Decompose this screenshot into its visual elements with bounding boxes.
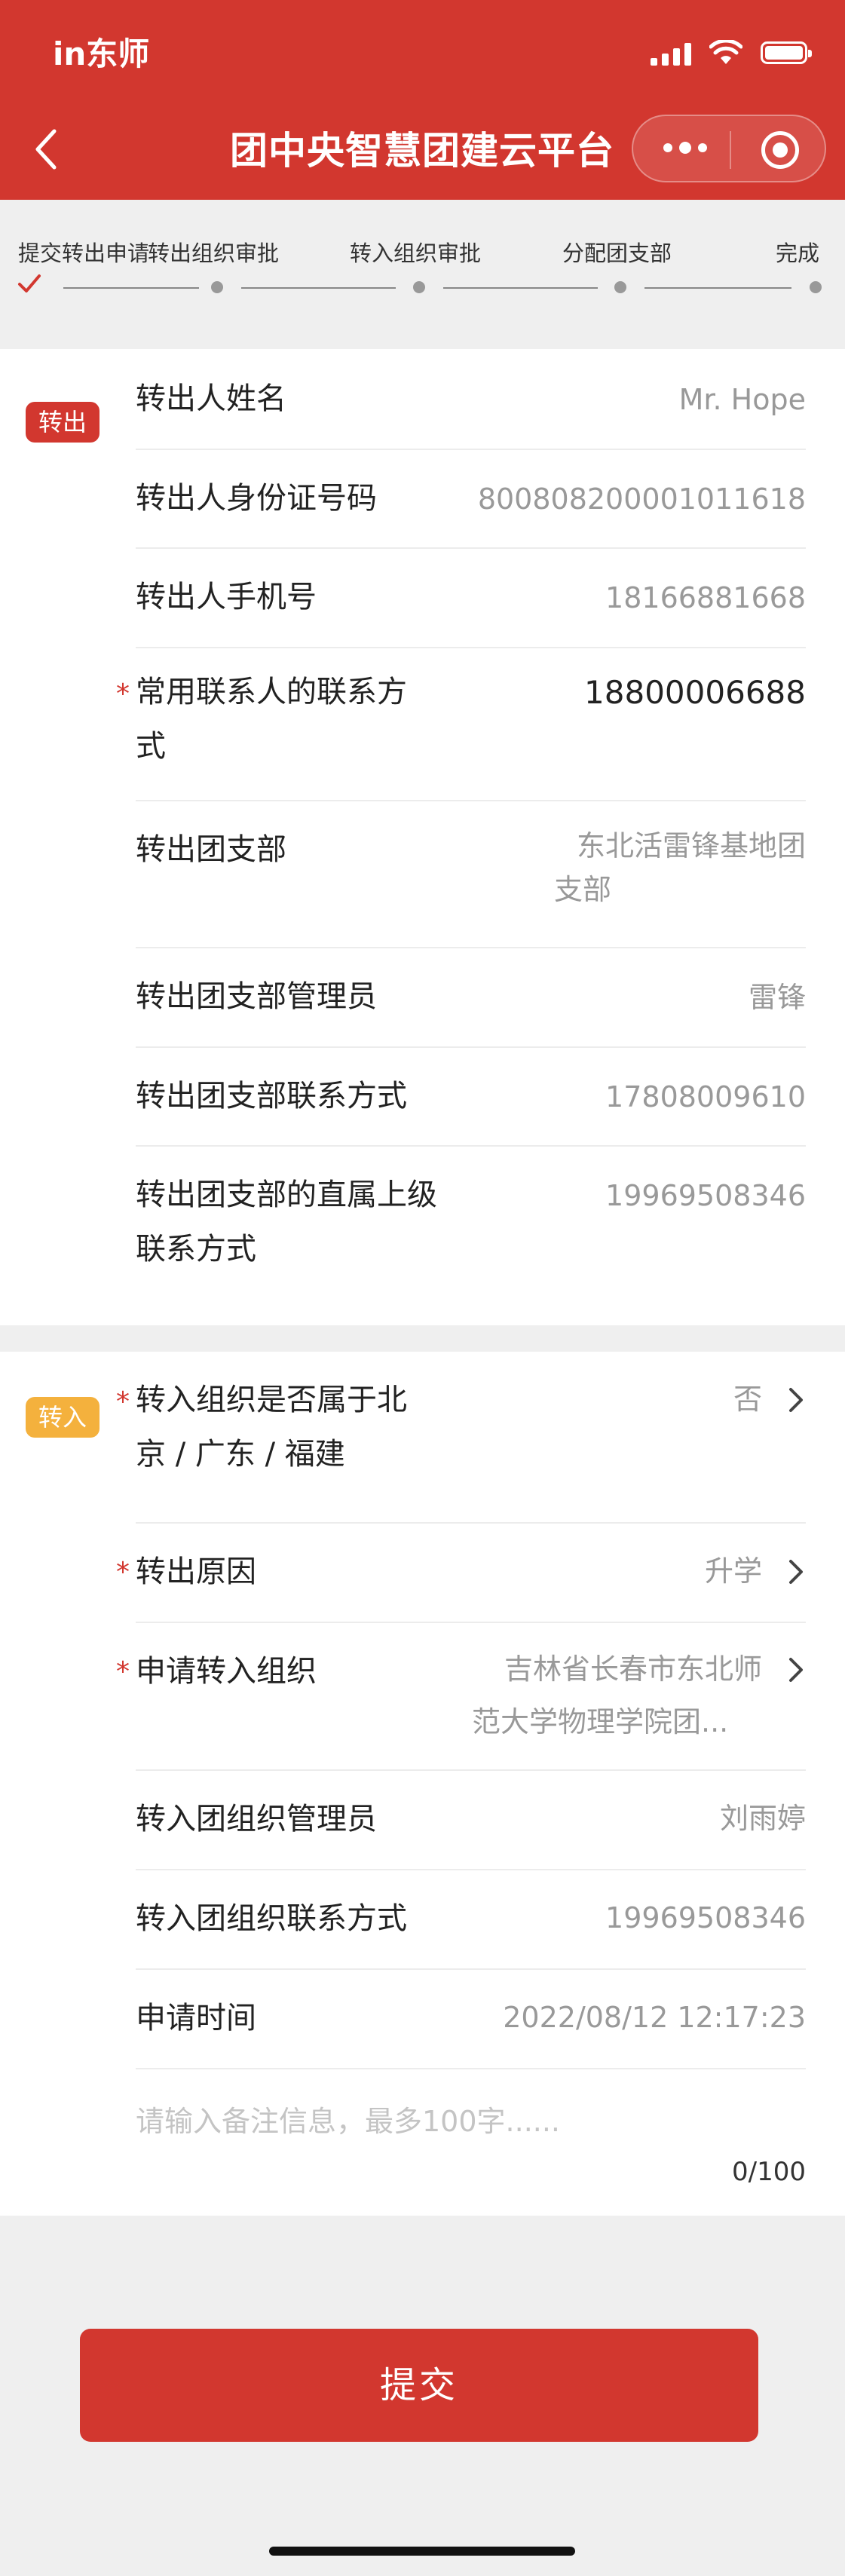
home-indicator xyxy=(269,2547,575,2556)
row-value: 17808009610 xyxy=(605,1080,806,1113)
chevron-right-icon[interactable] xyxy=(785,1655,806,1685)
row-label: 转入团组织联系方式 xyxy=(136,1901,407,1936)
remark-textarea[interactable]: 请输入备注信息，最多100字...... xyxy=(136,2098,560,2140)
step-dot xyxy=(614,281,626,293)
row-value: 东北活雷锋基地团 xyxy=(576,829,806,862)
step-connector xyxy=(241,287,396,289)
more-dots-icon[interactable] xyxy=(663,142,707,154)
row-value: 刘雨婷 xyxy=(719,1802,806,1835)
page-title: 团中央智慧团建云平台 xyxy=(230,129,614,173)
row-value: 支部 xyxy=(554,873,612,906)
status-icons xyxy=(651,38,812,68)
required-mark: * xyxy=(116,678,130,709)
row-value: 雷锋 xyxy=(748,981,806,1014)
step-label: 转出组织审批 xyxy=(148,240,280,266)
check-icon xyxy=(18,274,41,293)
region-select-row[interactable]: * 转入组织是否属于北 京 / 广东 / 福建 否 xyxy=(116,1352,806,1524)
row-label: 转入团组织管理员 xyxy=(136,1802,377,1836)
info-row: 转出团支部联系方式 17808009610 xyxy=(136,1046,806,1147)
row-label: 常用联系人的联系方 xyxy=(136,675,407,709)
wifi-icon xyxy=(709,40,742,64)
contact-input-row[interactable]: * 常用联系人的联系方 式 18800006688 xyxy=(116,647,806,801)
battery-icon xyxy=(761,41,812,64)
info-row: 转出人姓名 Mr. Hope xyxy=(136,349,806,450)
row-label: 转出团支部管理员 xyxy=(136,979,377,1014)
info-row: 转出人手机号 18166881668 xyxy=(136,547,806,648)
transfer-out-tag: 转出 xyxy=(26,402,100,443)
chevron-right-icon[interactable] xyxy=(785,1385,806,1415)
row-label: 申请转入组织 xyxy=(136,1654,317,1689)
info-row: 转出团支部的直属上级 联系方式 19969508346 xyxy=(136,1145,806,1296)
chevron-right-icon[interactable] xyxy=(785,1557,806,1587)
progress-steps: 提交转出申请 转出组织审批 转入组织审批 分配团支部 完成 xyxy=(0,200,845,349)
row-label: 转出人身份证号码 xyxy=(136,481,377,516)
submit-button[interactable]: 提交 xyxy=(80,2329,758,2442)
info-row: 申请时间 2022/08/12 12:17:23 xyxy=(136,1968,806,2069)
transfer-in-card: 转入 * 转入组织是否属于北 京 / 广东 / 福建 否 * 转出原因 升学 *… xyxy=(0,1352,845,2216)
step-connector xyxy=(443,287,598,289)
step-dot xyxy=(810,281,822,293)
row-label: 转入组织是否属于北 xyxy=(136,1383,407,1417)
row-label: 式 xyxy=(136,729,166,764)
required-mark: * xyxy=(116,1656,130,1687)
reason-select-row[interactable]: * 转出原因 升学 xyxy=(116,1522,806,1623)
target-org-select-row[interactable]: * 申请转入组织 吉林省长春市东北师 范大学物理学院团... xyxy=(116,1622,806,1771)
required-mark: * xyxy=(116,1557,130,1588)
step-label: 转入组织审批 xyxy=(350,240,482,266)
row-label: 联系方式 xyxy=(136,1232,256,1267)
row-value: 19969508346 xyxy=(605,1901,806,1934)
top-bar: in东师 团中央智慧团建云平台 xyxy=(0,0,845,200)
info-row: 转入团组织联系方式 19969508346 xyxy=(136,1869,806,1970)
info-row: 转入团组织管理员 刘雨婷 xyxy=(136,1769,806,1870)
row-value: Mr. Hope xyxy=(678,383,806,416)
step-dot xyxy=(413,281,425,293)
step-dot xyxy=(211,281,223,293)
info-row: 转出人身份证号码 800808200001011618 xyxy=(136,449,806,549)
row-label: 转出人手机号 xyxy=(136,580,317,614)
step-connector xyxy=(63,287,199,289)
row-label: 转出团支部的直属上级 xyxy=(136,1178,437,1212)
signal-icon xyxy=(651,40,691,66)
row-value: 800808200001011618 xyxy=(477,482,806,516)
row-value: 2022/08/12 12:17:23 xyxy=(503,2001,806,2034)
info-row: 转出团支部 东北活雷锋基地团 支部 xyxy=(136,800,806,948)
mini-program-capsule xyxy=(632,115,826,182)
row-label: 申请时间 xyxy=(136,2001,256,2035)
back-arrow-icon[interactable] xyxy=(29,127,66,172)
reason-select-value[interactable]: 升学 xyxy=(705,1549,762,1593)
row-label: 转出原因 xyxy=(136,1554,256,1589)
contact-input[interactable]: 18800006688 xyxy=(584,671,806,715)
step-label: 完成 xyxy=(776,240,820,266)
status-carrier: in东师 xyxy=(53,35,150,72)
step-connector xyxy=(644,287,791,289)
info-row: 转出团支部管理员 雷锋 xyxy=(136,947,806,1048)
target-org-value[interactable]: 范大学物理学院团... xyxy=(472,1700,728,1744)
transfer-out-card: 转出 转出人姓名 Mr. Hope 转出人身份证号码 8008082000010… xyxy=(0,349,845,1325)
target-org-value[interactable]: 吉林省长春市东北师 xyxy=(504,1647,762,1691)
row-label: 转出人姓名 xyxy=(136,381,286,416)
region-select-value[interactable]: 否 xyxy=(733,1377,762,1421)
step-label: 提交转出申请 xyxy=(18,240,150,266)
row-label: 转出团支部 xyxy=(136,832,286,867)
step-label: 分配团支部 xyxy=(562,240,672,266)
target-circle-icon[interactable] xyxy=(761,131,799,169)
required-mark: * xyxy=(116,1386,130,1417)
row-value: 18166881668 xyxy=(605,581,806,614)
remark-counter: 0/100 xyxy=(732,2157,806,2187)
row-label: 转出团支部联系方式 xyxy=(136,1079,407,1113)
row-label: 京 / 广东 / 福建 xyxy=(136,1437,345,1472)
transfer-in-tag: 转入 xyxy=(26,1397,100,1438)
row-value: 19969508346 xyxy=(605,1179,806,1212)
